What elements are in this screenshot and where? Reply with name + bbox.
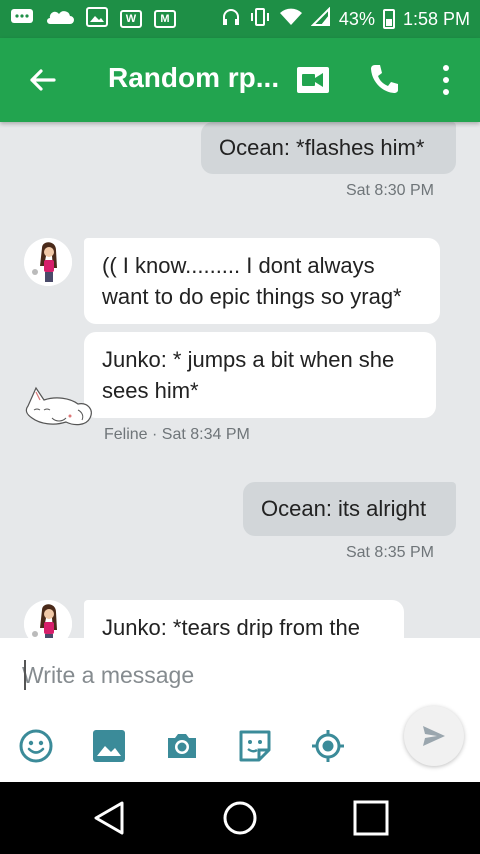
wifi-icon — [279, 7, 303, 32]
nav-recents-icon[interactable] — [352, 799, 390, 837]
location-icon[interactable] — [310, 728, 346, 764]
message-text: Junko: * jumps a bit when she sees him* — [102, 347, 395, 403]
message-text: Ocean: its alright — [261, 496, 427, 521]
video-call-icon[interactable] — [296, 66, 330, 99]
more-vert-icon[interactable] — [436, 62, 456, 98]
screen: W M 43% 1:58 PM Random rp... Ocean: *fla… — [0, 0, 480, 854]
navigation-bar — [0, 782, 480, 854]
signal-icon — [310, 6, 331, 32]
outgoing-message[interactable]: Ocean: its alright — [243, 482, 456, 536]
message-timestamp: Sat 8:35 PM — [345, 544, 434, 561]
message-timestamp: Sat 8:30 PM — [345, 182, 434, 199]
composer — [0, 638, 480, 782]
w-icon: W — [120, 10, 142, 28]
outgoing-message[interactable]: Ocean: *flashes him* — [201, 122, 456, 174]
conversation-title[interactable]: Random rp... — [108, 62, 279, 94]
avatar[interactable] — [24, 238, 72, 286]
text-caret — [24, 660, 26, 690]
avatar[interactable] — [24, 600, 72, 638]
incoming-message[interactable]: (( I know......... I dont always want to… — [84, 238, 440, 324]
message-input[interactable] — [22, 658, 382, 692]
incoming-message[interactable]: Junko: * jumps a bit when she sees him* — [84, 332, 436, 418]
cloud-icon — [46, 8, 74, 31]
message-text: Ocean: *flashes him* — [219, 135, 425, 160]
back-arrow-icon[interactable] — [26, 64, 58, 96]
status-bar: W M 43% 1:58 PM — [0, 0, 480, 38]
camera-icon[interactable] — [164, 728, 200, 764]
send-icon[interactable] — [404, 706, 464, 766]
message-text: (( I know......... I dont always want to… — [102, 253, 402, 309]
gmail-icon: M — [154, 10, 176, 28]
image-icon — [86, 6, 108, 32]
phone-icon[interactable] — [368, 62, 400, 101]
clock: 1:58 PM — [402, 8, 470, 29]
message-text: Junko: *tears drip from the — [102, 615, 361, 638]
message-list[interactable]: Ocean: *flashes him* Sat 8:30 PM (( I kn… — [0, 122, 480, 638]
nav-home-icon[interactable] — [221, 799, 259, 837]
nav-back-icon[interactable] — [90, 799, 128, 837]
emoji-icon[interactable] — [18, 728, 54, 764]
chat-icon — [10, 7, 34, 32]
battery-icon — [382, 9, 395, 29]
message-sender-time: Feline · Sat 8:34 PM — [104, 426, 250, 443]
battery-text: 43% — [338, 8, 375, 29]
vibrate-icon — [249, 6, 271, 33]
headphones-icon — [221, 7, 241, 32]
app-bar: Random rp... — [0, 38, 480, 122]
sticker-icon[interactable] — [237, 728, 273, 764]
gallery-icon[interactable] — [91, 728, 127, 764]
incoming-message[interactable]: Junko: *tears drip from the — [84, 600, 404, 638]
cat-avatar[interactable] — [22, 380, 96, 430]
